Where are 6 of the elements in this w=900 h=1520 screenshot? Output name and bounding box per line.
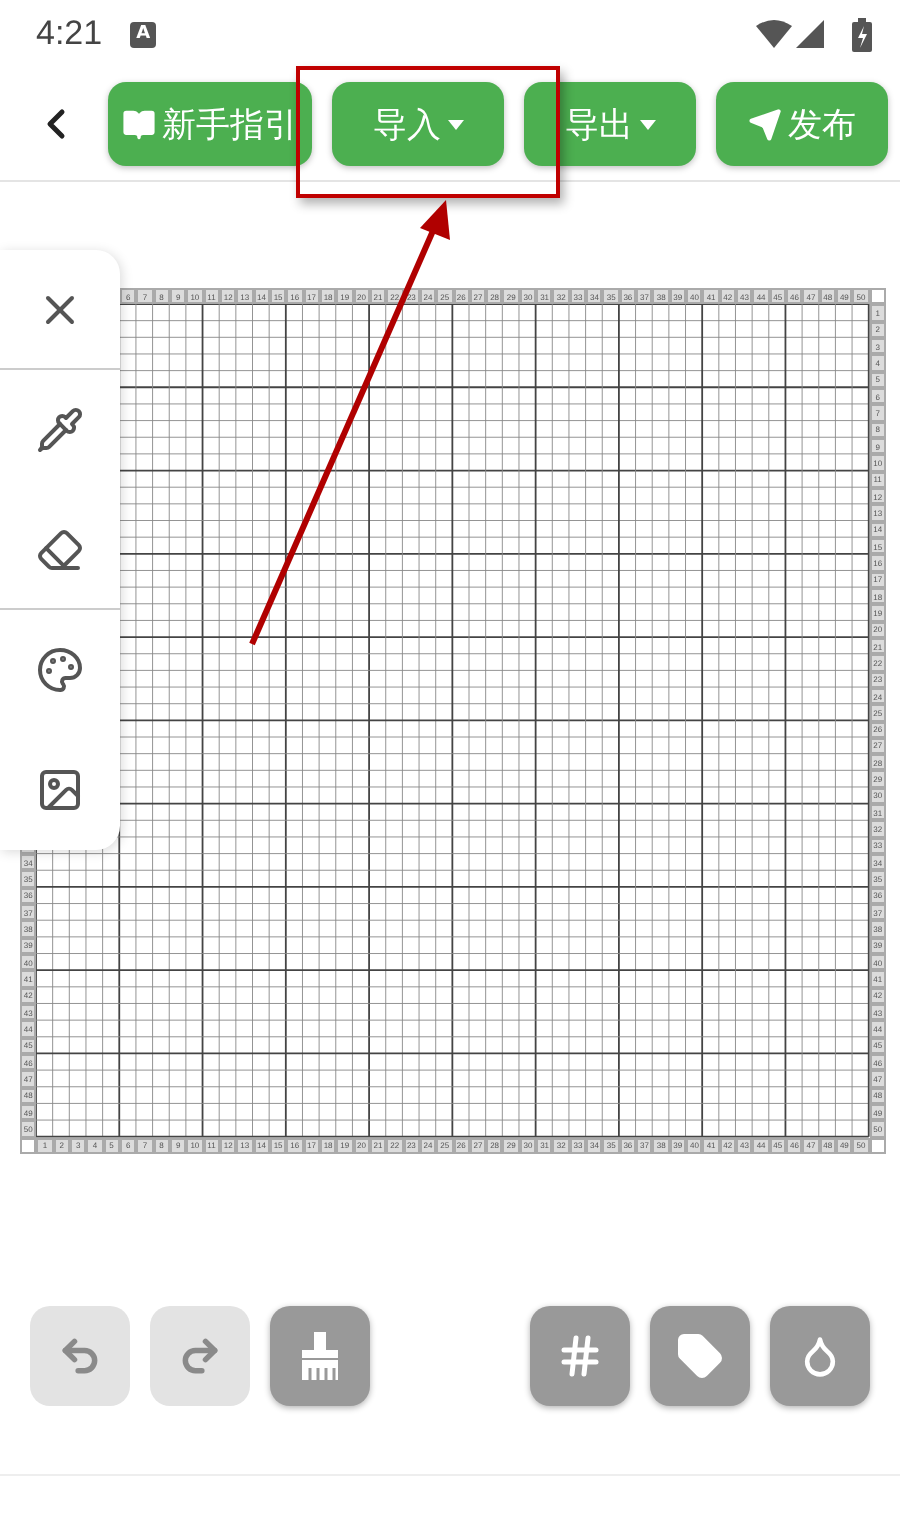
export-button[interactable]: 导出 <box>524 82 696 166</box>
status-time: 4:21 <box>36 14 103 54</box>
guide-button[interactable]: 新手指引 <box>108 82 312 166</box>
publish-button[interactable]: 发布 <box>716 82 888 166</box>
import-button[interactable]: 导入 <box>332 82 504 166</box>
notification-icon: A <box>130 21 157 47</box>
